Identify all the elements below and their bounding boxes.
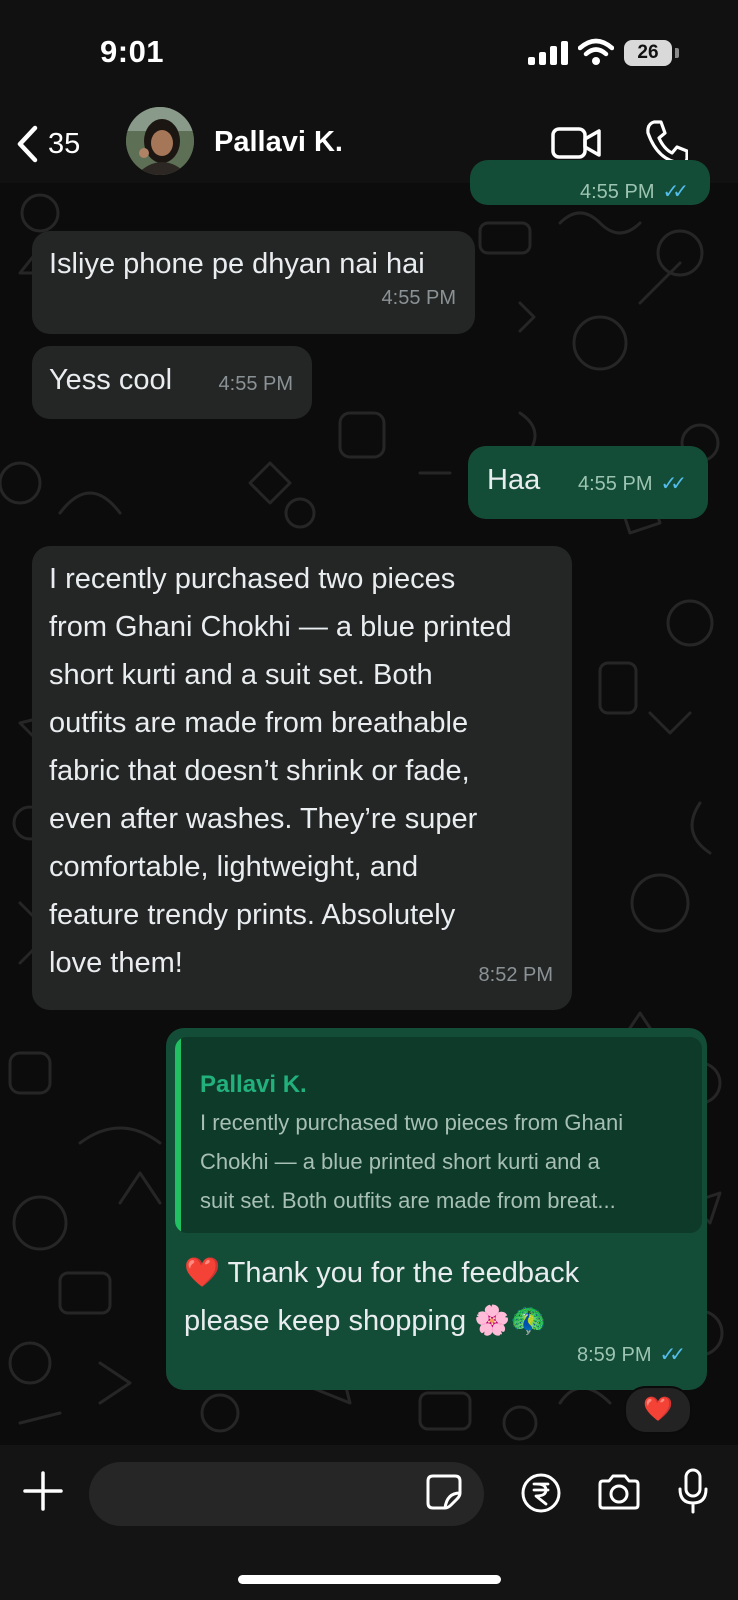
message-time: 4:55 PM	[578, 473, 653, 495]
phone-icon[interactable]	[644, 119, 688, 165]
message-time: 8:59 PM	[577, 1344, 652, 1366]
read-ticks-icon: ✓✓	[662, 181, 688, 203]
heart-reaction[interactable]: ❤️	[624, 1386, 692, 1434]
message-bubble-outgoing[interactable]: Haa 4:55 PM ✓✓	[468, 446, 708, 519]
rupee-payment-icon[interactable]	[520, 1472, 562, 1514]
message-time: 4:55 PM	[218, 373, 293, 395]
signal-icon	[528, 41, 568, 65]
quoted-message[interactable]: Pallavi K. I recently purchased two piec…	[175, 1037, 702, 1233]
message-text: ❤️ Thank you for the feedback please kee…	[184, 1257, 580, 1337]
video-call-icon[interactable]	[551, 125, 603, 161]
status-bar: 9:01 26	[0, 0, 738, 105]
camera-icon[interactable]	[596, 1472, 642, 1512]
quote-text: I recently purchased two pieces from Gha…	[200, 1110, 624, 1213]
message-bubble-outgoing[interactable]: 4:55 PM ✓✓	[470, 160, 710, 205]
message-bubble-incoming[interactable]: Isliye phone pe dhyan nai hai 4:55 PM	[32, 231, 475, 334]
back-chevron-icon	[17, 125, 38, 163]
quote-accent-bar	[175, 1037, 181, 1233]
message-bubble-incoming[interactable]: I recently purchased two pieces from Gha…	[32, 546, 572, 1010]
sticker-icon[interactable]	[425, 1473, 463, 1511]
message-text: Isliye phone pe dhyan nai hai	[49, 248, 425, 280]
message-bubble-incoming[interactable]: Yess cool 4:55 PM	[32, 346, 312, 419]
battery-indicator: 26	[624, 40, 672, 66]
microphone-icon[interactable]	[676, 1467, 710, 1515]
message-text: I recently purchased two pieces from Gha…	[49, 563, 512, 979]
home-indicator[interactable]	[238, 1575, 501, 1584]
read-ticks-icon: ✓✓	[660, 473, 686, 495]
avatar[interactable]	[126, 107, 194, 175]
message-time: 4:55 PM	[580, 181, 655, 203]
unread-count: 35	[48, 127, 81, 160]
message-bubble-outgoing[interactable]: Pallavi K. I recently purchased two piec…	[166, 1028, 707, 1390]
status-time: 9:01	[100, 34, 165, 69]
message-meta: 4:55 PM ✓✓	[578, 460, 687, 508]
wifi-icon	[578, 38, 614, 65]
message-text: Yess cool	[49, 364, 173, 396]
plus-icon[interactable]	[22, 1470, 64, 1512]
message-time: 8:52 PM	[478, 964, 553, 986]
message-time: 4:55 PM	[381, 287, 456, 309]
message-meta: 4:55 PM ✓✓	[580, 168, 689, 216]
back-button[interactable]: 35	[14, 119, 80, 169]
message-text: Haa	[487, 464, 541, 496]
contact-name[interactable]: Pallavi K.	[214, 126, 343, 159]
message-meta: 8:59 PM ✓✓	[577, 1331, 686, 1379]
battery-nub	[675, 48, 679, 58]
read-ticks-icon: ✓✓	[659, 1344, 685, 1366]
quote-author: Pallavi K.	[200, 1071, 307, 1098]
